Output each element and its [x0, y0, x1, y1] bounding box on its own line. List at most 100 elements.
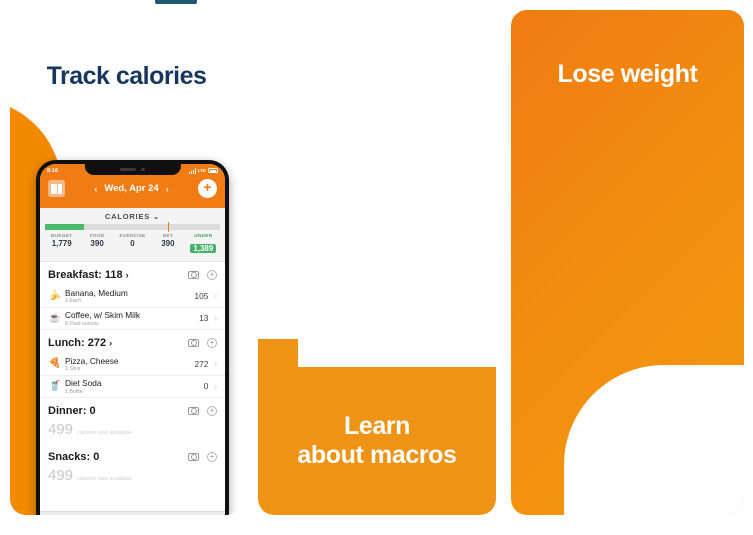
- progress-marker: [167, 222, 169, 232]
- meal-header-breakfast[interactable]: Breakfast: 118 › +: [40, 262, 225, 285]
- food-text: Banana, Medium 1 Each: [65, 288, 194, 305]
- camera-log-icon[interactable]: [188, 406, 199, 416]
- chevron-down-icon[interactable]: ⌄: [153, 212, 160, 221]
- meal-header-lunch[interactable]: Lunch: 272 › +: [40, 330, 225, 353]
- speaker-icon: [120, 168, 137, 171]
- stat-under: UNDER 1,389: [186, 233, 221, 256]
- food-text: Diet Soda 1 Bottle: [65, 378, 204, 395]
- screenshot-card-lose-weight[interactable]: Lose weight 8:15 LTE: [511, 10, 744, 515]
- add-entry-button[interactable]: +: [198, 179, 217, 198]
- food-row[interactable]: ☕ Coffee, w/ Skim Milk 8 Fluid ounces 13…: [40, 308, 225, 330]
- food-name: Coffee, w/ Skim Milk: [65, 310, 140, 320]
- stat-value: 390: [161, 239, 175, 248]
- stat-value: 390: [90, 239, 104, 248]
- food-emoji-icon: 🍌: [48, 290, 62, 302]
- camera-log-icon[interactable]: [188, 270, 199, 280]
- phone1-screen: 8:16 LTE ‹ Wed, Apr 24 › + CALORIES ⌄ BU…: [40, 164, 225, 515]
- chevron-right-icon[interactable]: ›: [126, 270, 129, 280]
- screenshot-card-track-calories[interactable]: Track calories 8:16 LTE ‹ Wed, Apr 24 › …: [10, 10, 243, 515]
- chevron-right-icon[interactable]: ›: [214, 382, 217, 391]
- calories-header[interactable]: CALORIES ⌄: [40, 208, 225, 224]
- calories-progress-bar: [45, 222, 220, 232]
- chevron-right-icon[interactable]: ›: [214, 314, 217, 323]
- progress-fill: [45, 224, 84, 230]
- app-store-screenshot-gallery: Track calories 8:16 LTE ‹ Wed, Apr 24 › …: [0, 0, 753, 535]
- available-calories-label: calories now available: [77, 476, 132, 482]
- food-name: Diet Soda: [65, 378, 102, 388]
- food-serving: 1 Each: [65, 298, 82, 304]
- food-calories: 105: [194, 290, 209, 301]
- food-emoji-icon: 🥤: [48, 380, 62, 392]
- meal-name: Lunch: 272: [48, 337, 107, 349]
- stat-food: FOOD 390: [79, 233, 114, 256]
- food-name: Banana, Medium: [65, 287, 128, 298]
- add-food-icon[interactable]: +: [207, 338, 217, 348]
- food-name: Pizza, Cheese: [65, 355, 119, 366]
- stat-budget: BUDGET 1,779: [44, 233, 79, 256]
- card2-title-line1: Learn: [343, 412, 411, 440]
- chevron-right-icon[interactable]: ›: [214, 291, 217, 300]
- chevron-right-icon[interactable]: ›: [109, 338, 112, 348]
- available-calories: 499: [48, 421, 74, 438]
- food-calories: 272: [194, 358, 209, 369]
- card2-title: Learn about macros: [258, 412, 496, 469]
- food-row[interactable]: 🍌 Banana, Medium 1 Each 105 ›: [40, 285, 225, 308]
- food-row[interactable]: 🥤 Diet Soda 1 Bottle 0 ›: [40, 376, 225, 398]
- food-text: Pizza, Cheese 1 Slice: [65, 356, 194, 373]
- meal-title: Lunch: 272 ›: [48, 337, 188, 349]
- prev-day-icon[interactable]: ‹: [94, 184, 97, 194]
- meal-header-dinner[interactable]: Dinner: 0 +: [40, 398, 225, 421]
- stat-exercise: EXERCISE 0: [115, 233, 150, 256]
- add-food-icon[interactable]: +: [207, 452, 217, 462]
- stat-label: FOOD: [89, 233, 105, 238]
- meal-title: Snacks: 0: [48, 451, 188, 463]
- calories-stats-row: BUDGET 1,779 FOOD 390 EXERCISE 0 NET 390…: [40, 230, 225, 261]
- add-food-icon[interactable]: +: [207, 406, 217, 416]
- network-label: LTE: [197, 168, 206, 174]
- meal-empty-dinner: 499 calories now available: [40, 421, 225, 444]
- meal-name: Snacks: 0: [48, 451, 100, 463]
- stat-net: NET 390: [150, 233, 185, 256]
- food-row[interactable]: 🍕 Pizza, Cheese 1 Slice 272 ›: [40, 353, 225, 376]
- phone1-notch: [84, 164, 181, 175]
- camera-log-icon[interactable]: [188, 452, 199, 462]
- stat-label: NET: [162, 233, 174, 238]
- add-food-icon[interactable]: +: [207, 270, 217, 280]
- card1-title: Track calories: [46, 62, 207, 90]
- food-calories: 0: [203, 381, 209, 392]
- stat-value: 0: [130, 239, 135, 248]
- food-calories: 13: [199, 313, 209, 324]
- available-calories-label: calories now available: [77, 430, 132, 436]
- stat-label: EXERCISE: [119, 233, 146, 238]
- camera-log-icon[interactable]: [188, 338, 199, 348]
- chevron-right-icon[interactable]: ›: [214, 359, 217, 368]
- food-text: Coffee, w/ Skim Milk 8 Fluid ounces: [65, 310, 199, 327]
- screenshot-card-learn-macros[interactable]: Learn about macros General Weight (lbs) …: [258, 10, 496, 515]
- status-time: 8:16: [47, 168, 59, 174]
- date-navigator[interactable]: ‹ Wed, Apr 24 ›: [94, 183, 168, 194]
- meal-name: Breakfast: 118: [48, 269, 123, 281]
- camera-icon: [141, 167, 145, 172]
- food-emoji-icon: 🍕: [48, 358, 62, 370]
- next-day-icon[interactable]: ›: [166, 184, 169, 194]
- phone1-footer: I'm done logging Edit: [40, 511, 225, 515]
- battery-icon: [208, 168, 218, 174]
- food-serving: 1 Bottle: [65, 388, 83, 395]
- stat-value: 1,779: [51, 239, 72, 248]
- signal-icon: [188, 168, 196, 174]
- app-logo-icon[interactable]: [48, 180, 65, 197]
- calories-header-label: CALORIES: [104, 212, 151, 221]
- meal-header-snacks[interactable]: Snacks: 0 +: [40, 444, 225, 467]
- card3-title: Lose weight: [557, 60, 698, 88]
- stat-value: 1,389: [190, 244, 217, 253]
- current-date-label: Wed, Apr 24: [104, 183, 159, 194]
- calories-summary-band: CALORIES ⌄ BUDGET 1,779 FOOD 390 EXERCIS…: [40, 208, 225, 262]
- food-serving: 1 Slice: [65, 366, 81, 372]
- stat-label: BUDGET: [50, 233, 73, 238]
- card2-title-line2: about macros: [297, 440, 457, 469]
- phone1-nav-bar: ‹ Wed, Apr 24 › +: [40, 178, 225, 204]
- top-accent-bar: [155, 0, 197, 4]
- meal-title: Dinner: 0: [48, 405, 188, 417]
- meal-name: Dinner: 0: [48, 405, 96, 417]
- meal-empty-snacks: 499 calories now available: [40, 467, 225, 490]
